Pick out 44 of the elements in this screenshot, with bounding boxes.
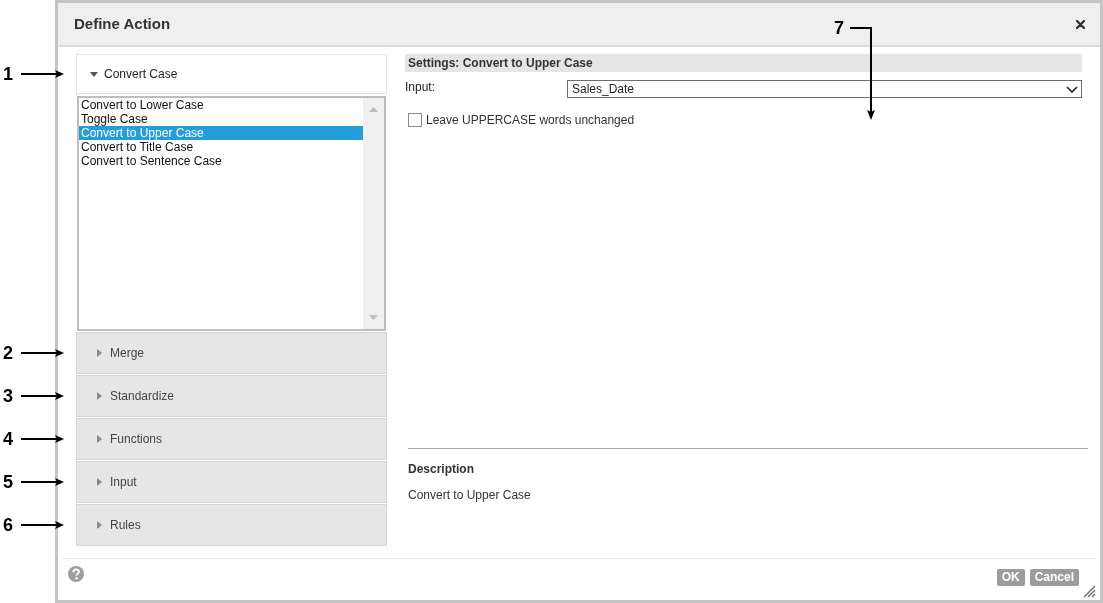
description-heading: Description: [408, 462, 475, 476]
checkbox-label: Leave UPPERCASE words unchanged: [426, 112, 635, 129]
accordion-header[interactable]: Standardize: [76, 375, 387, 417]
scroll-up-icon[interactable]: [369, 107, 378, 112]
list-item[interactable]: Convert to Sentence Case: [79, 154, 363, 168]
scroll-down-icon[interactable]: [369, 315, 378, 320]
checkbox[interactable]: [408, 113, 422, 127]
accordion-header[interactable]: Functions: [76, 418, 387, 460]
callout-arrow: [21, 434, 64, 444]
caret-down-icon: [90, 71, 98, 77]
input-select[interactable]: Sales_Date: [567, 80, 1082, 98]
help-icon[interactable]: [68, 566, 84, 582]
caret-right-icon: [97, 478, 102, 486]
callout-number: 7: [834, 20, 844, 36]
accordion-header[interactable]: Convert Case: [76, 54, 387, 94]
list-item[interactable]: Toggle Case: [79, 112, 363, 126]
callout-arrow: [21, 520, 64, 530]
resize-grip-icon[interactable]: [1082, 584, 1096, 598]
chevron-down-icon: [1066, 85, 1078, 93]
list-item[interactable]: Convert to Lower Case: [79, 98, 363, 112]
caret-right-icon: [97, 392, 102, 400]
accordion-header[interactable]: Rules: [76, 504, 387, 546]
accordion-header[interactable]: Input: [76, 461, 387, 503]
callout-number: 3: [3, 387, 13, 405]
callout-arrow: [21, 348, 64, 358]
callout-arrow: [21, 477, 64, 487]
callout-number: 2: [3, 344, 13, 362]
description-text: Convert to Upper Case: [408, 488, 532, 502]
caret-right-icon: [97, 349, 102, 357]
list-item[interactable]: Convert to Title Case: [79, 140, 363, 154]
callout-arrow: [21, 391, 64, 401]
caret-right-icon: [97, 435, 102, 443]
callout-number: 4: [3, 430, 13, 448]
callout-arrow: [21, 69, 64, 79]
close-icon[interactable]: [1076, 19, 1085, 29]
callout-number: 5: [3, 473, 13, 491]
callout-number: 6: [3, 516, 13, 534]
dialog-title: Define Action: [74, 13, 171, 34]
scrollbar[interactable]: [363, 98, 384, 329]
callout-number: 1: [3, 65, 13, 83]
caret-right-icon: [97, 521, 102, 529]
accordion-header[interactable]: Merge: [76, 332, 387, 374]
input-label: Input:: [405, 80, 437, 94]
settings-header: Settings: Convert to Upper Case: [405, 54, 1082, 72]
